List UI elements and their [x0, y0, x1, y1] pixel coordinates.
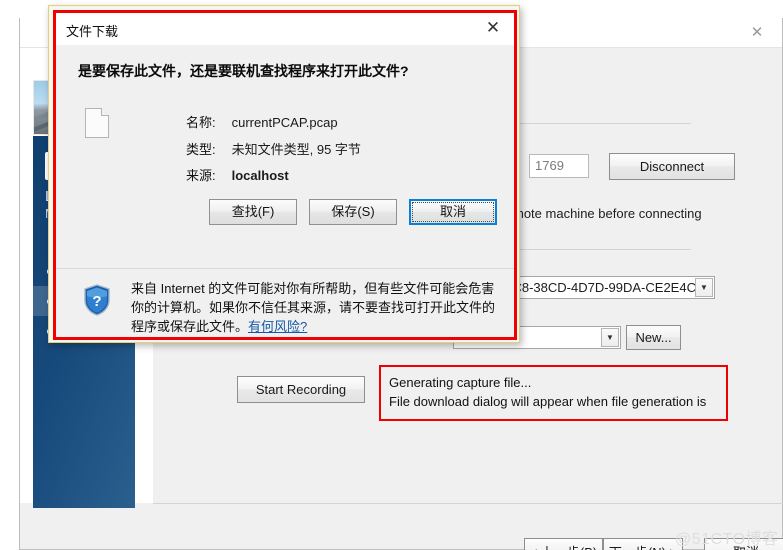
- detail-value: 未知文件类型, 95 字节: [231, 142, 361, 157]
- detail-key: 来源:: [186, 168, 216, 183]
- screen-root: ✕ Lo Mo: [0, 0, 783, 550]
- detail-value: currentPCAP.pcap: [231, 115, 338, 130]
- chevron-down-icon[interactable]: ▼: [695, 278, 713, 297]
- close-icon[interactable]: ✕: [740, 22, 774, 44]
- warning-zone: ? 来自 Internet 的文件可能对你有所帮助，但有些文件可能会危害你的计算…: [56, 269, 514, 337]
- next-button[interactable]: 下一步(N) >: [603, 538, 683, 550]
- file-icon: [85, 108, 109, 138]
- detail-row-name: 名称: currentPCAP.pcap: [186, 112, 338, 131]
- shield-question-icon: ?: [84, 284, 110, 316]
- warning-message: 来自 Internet 的文件可能对你有所帮助，但有些文件可能会危害你的计算机。…: [131, 281, 496, 334]
- file-download-dialog: 文件下载 ✕ 是要保存此文件，还是要联机查找程序来打开此文件? 名称: curr…: [48, 5, 520, 343]
- warning-text: 来自 Internet 的文件可能对你有所帮助，但有些文件可能会危害你的计算机。…: [131, 279, 501, 336]
- detail-key: 类型:: [186, 142, 216, 157]
- save-button[interactable]: 保存(S): [309, 199, 397, 225]
- new-button[interactable]: New...: [626, 325, 681, 350]
- status-line-1: Generating capture file...: [389, 375, 532, 390]
- content-divider-bottom: [153, 503, 783, 504]
- dialog-titlebar: 文件下载 ✕: [56, 13, 514, 45]
- dialog-question: 是要保存此文件，还是要联机查找程序来打开此文件?: [78, 63, 409, 79]
- guid-combobox[interactable]: 71C8-38CD-4D7D-99DA-CE2E4C15 ▼: [493, 276, 715, 299]
- svg-text:?: ?: [92, 293, 101, 310]
- status-message-box: Generating capture file... File download…: [379, 365, 728, 421]
- start-recording-button[interactable]: Start Recording: [237, 376, 365, 403]
- dialog-title: 文件下载: [66, 24, 119, 39]
- disconnect-button[interactable]: Disconnect: [609, 153, 735, 180]
- what-is-the-risk-link[interactable]: 有何风险?: [248, 319, 307, 334]
- detail-value: localhost: [231, 168, 289, 183]
- guid-combobox-value: 71C8-38CD-4D7D-99DA-CE2E4C15: [498, 280, 711, 295]
- chevron-down-icon[interactable]: ▼: [601, 328, 619, 347]
- detail-row-source: 来源: localhost: [186, 165, 289, 184]
- detail-row-type: 类型: 未知文件类型, 95 字节: [186, 139, 361, 158]
- connect-hint-text: mote machine before connecting: [513, 206, 702, 221]
- find-button[interactable]: 查找(F): [209, 199, 297, 225]
- detail-key: 名称:: [186, 115, 216, 130]
- file-icon-fold: [101, 108, 109, 116]
- cancel-button[interactable]: 取消: [409, 199, 497, 225]
- file-download-dialog-body: 文件下载 ✕ 是要保存此文件，还是要联机查找程序来打开此文件? 名称: curr…: [56, 13, 514, 337]
- back-button[interactable]: < 上一步(B): [524, 538, 603, 550]
- focus-ring: [412, 202, 494, 222]
- close-icon[interactable]: ✕: [480, 17, 506, 39]
- status-line-2: File download dialog will appear when fi…: [389, 394, 707, 409]
- port-input[interactable]: 1769: [529, 154, 589, 178]
- watermark: @51CTO博客: [675, 531, 779, 548]
